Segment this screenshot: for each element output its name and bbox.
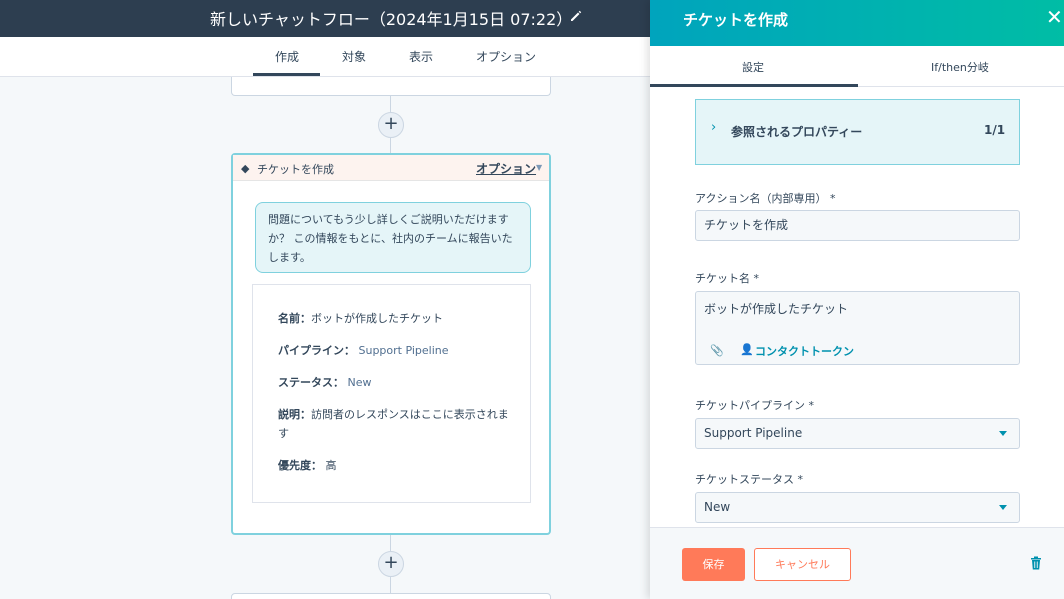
tab-display[interactable]: 表示 (409, 48, 433, 65)
accordion-count: 1/1 (984, 123, 1006, 137)
create-ticket-card[interactable]: ◆ チケットを作成 オプション ▼ 問題についてもう少し詳しくご説明いただけます… (231, 153, 551, 535)
detail-value: Support Pipeline (355, 344, 449, 357)
tab-target[interactable]: 対象 (342, 48, 366, 65)
detail-row-priority: 優先度： 高 (278, 456, 513, 475)
close-icon[interactable]: ✕ (1046, 7, 1063, 27)
tab-create[interactable]: 作成 (275, 48, 299, 65)
pencil-icon[interactable] (569, 9, 583, 23)
next-action-card[interactable] (231, 593, 551, 599)
pipeline-label: チケットパイプライン * (695, 399, 814, 412)
card-title: チケットを作成 (257, 163, 334, 176)
panel-body: › 参照されるプロパティー 1/1 アクション名（内部専用） * チケットを作成… (650, 87, 1064, 527)
panel-header: チケットを作成 ✕ (650, 0, 1064, 46)
action-name-value: チケットを作成 (704, 218, 789, 232)
caret-down-icon (999, 431, 1007, 436)
ticket-name-label: チケット名 * (695, 272, 759, 285)
accordion-label: 参照されるプロパティー (731, 125, 863, 139)
previous-action-card[interactable] (231, 77, 551, 96)
bot-message-bubble: 問題についてもう少し詳しくご説明いただけますか？ この情報をもとに、社内のチーム… (255, 202, 531, 273)
detail-value: New (344, 376, 372, 389)
action-name-label: アクション名（内部専用） * (695, 192, 836, 205)
status-value: New (704, 500, 731, 514)
main-tabs: 作成 対象 表示 オプション (0, 37, 650, 77)
ticket-name-input[interactable]: ボットが作成したチケット 📎 👤 コンタクトトークン (695, 291, 1020, 365)
save-button[interactable]: 保存 (682, 548, 745, 581)
action-name-input[interactable]: チケットを作成 (695, 210, 1020, 241)
detail-label: 名前： (278, 312, 311, 325)
add-action-button[interactable]: + (378, 551, 404, 577)
person-icon: 👤 (740, 343, 754, 356)
pipeline-value: Support Pipeline (704, 426, 803, 440)
detail-row-pipeline: パイプライン： Support Pipeline (278, 341, 513, 360)
card-options-link[interactable]: オプション (476, 160, 536, 177)
status-select[interactable]: New (695, 492, 1020, 523)
detail-value: 訪問者のレスポンスはここに表示されます (278, 408, 509, 440)
pipeline-select[interactable]: Support Pipeline (695, 418, 1020, 449)
tab-options[interactable]: オプション (476, 48, 536, 65)
paperclip-icon[interactable]: 📎 (710, 344, 724, 357)
top-bar: 新しいチャットフロー（2024年1月15日 07:22） (0, 0, 650, 37)
detail-label: ステータス： (278, 376, 344, 389)
tab-if-then-branch[interactable]: If/then分岐 (931, 59, 989, 75)
contact-token-link[interactable]: コンタクトトークン (755, 343, 854, 359)
caret-down-icon (999, 505, 1007, 510)
tab-settings[interactable]: 設定 (742, 59, 764, 75)
panel-footer: 保存 キャンセル (650, 527, 1064, 599)
referenced-properties-accordion[interactable]: › 参照されるプロパティー 1/1 (695, 99, 1020, 165)
status-label: チケットステータス * (695, 473, 803, 486)
detail-row-name: 名前：ボットが作成したチケット (278, 309, 513, 328)
action-edit-panel: チケットを作成 ✕ 設定 If/then分岐 › 参照されるプロパティー 1/1… (650, 0, 1064, 599)
chevron-down-icon[interactable]: ▼ (536, 163, 542, 172)
panel-title: チケットを作成 (683, 11, 789, 29)
ticket-icon: ◆ (241, 162, 250, 175)
chevron-right-icon: › (711, 120, 717, 135)
active-tab-indicator (253, 73, 320, 76)
card-header: ◆ チケットを作成 オプション ▼ (233, 155, 549, 181)
add-action-button[interactable]: + (378, 112, 404, 138)
detail-row-description: 説明：訪問者のレスポンスはここに表示されます (278, 405, 513, 443)
detail-value: 高 (322, 459, 337, 472)
detail-label: 優先度： (278, 459, 322, 472)
detail-row-status: ステータス： New (278, 373, 513, 392)
detail-value: ボットが作成したチケット (311, 312, 443, 325)
cancel-button[interactable]: キャンセル (754, 548, 851, 581)
ticket-name-value: ボットが作成したチケット (704, 302, 849, 316)
detail-label: 説明： (278, 408, 311, 421)
trash-icon[interactable] (1030, 556, 1042, 570)
ticket-details-box: 名前：ボットが作成したチケット パイプライン： Support Pipeline… (252, 284, 531, 503)
flow-title[interactable]: 新しいチャットフロー（2024年1月15日 07:22） (210, 6, 572, 30)
panel-tabs: 設定 If/then分岐 (650, 46, 1064, 87)
detail-label: パイプライン： (278, 344, 355, 357)
